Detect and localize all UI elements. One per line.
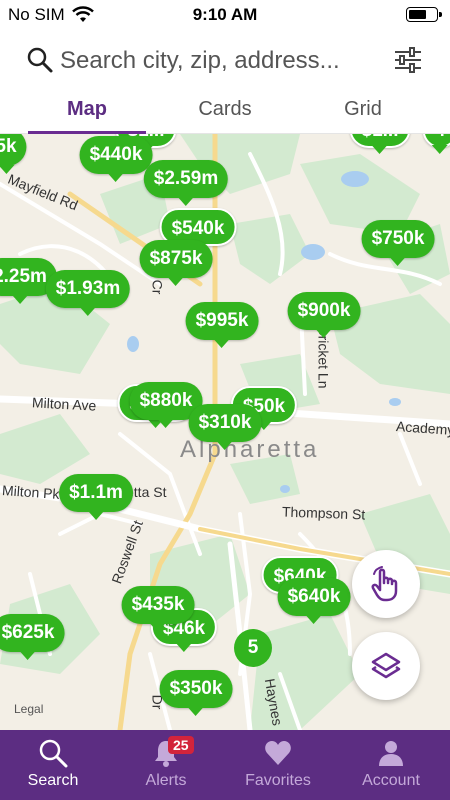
heart-icon — [265, 741, 291, 765]
nav-search-label: Search — [27, 772, 79, 789]
clock: 9:10 AM — [192, 5, 258, 24]
map-layers-button[interactable] — [352, 632, 420, 700]
price-pin[interactable]: $900k — [287, 292, 361, 338]
price-pin[interactable]: $350k — [159, 670, 233, 716]
price-pin[interactable]: $1... — [349, 134, 411, 154]
search-bar — [0, 38, 450, 84]
price-pin[interactable]: $995k — [185, 302, 259, 348]
price-pin[interactable]: 4 — [422, 134, 450, 154]
legal-link[interactable]: Legal — [14, 702, 43, 716]
tab-cards[interactable]: Cards — [150, 98, 300, 121]
nav-favorites-label: Favorites — [245, 772, 311, 789]
hand-pointer-icon — [371, 566, 398, 602]
road-label-milton-ave: Milton Ave — [31, 394, 97, 414]
price-pin[interactable]: $640k — [277, 578, 351, 624]
price-pin[interactable]: $1.1m — [59, 474, 133, 520]
tab-grid[interactable]: Grid — [288, 98, 438, 121]
battery-icon — [406, 7, 442, 22]
alerts-badge: 25 — [168, 736, 194, 754]
layers-icon — [371, 652, 401, 679]
price-pin[interactable]: $435k — [121, 586, 195, 632]
nav-favorites[interactable]: Favorites — [222, 730, 334, 800]
cluster-marker[interactable]: 5 — [234, 629, 272, 667]
price-pin[interactable]: $440k — [79, 136, 153, 182]
price-pin[interactable]: 5k — [0, 134, 27, 174]
price-pin[interactable]: $310k — [188, 404, 262, 450]
nav-account[interactable]: Account — [335, 730, 447, 800]
search-icon — [39, 739, 68, 768]
bottom-tab-bar: Search 25 Alerts Favorites Account — [0, 730, 450, 800]
price-pin[interactable]: $1.93m — [45, 270, 131, 316]
account-icon — [379, 741, 403, 766]
price-pin[interactable]: $2.59m — [143, 160, 229, 206]
draw-search-button[interactable] — [352, 550, 420, 618]
price-pin[interactable]: $750k — [361, 220, 435, 266]
search-input[interactable] — [60, 44, 380, 78]
app-screen: No SIM 9:10 AM Map Cards Grid — [0, 0, 450, 800]
road-label-thompson: Thompson St — [281, 503, 366, 523]
tab-map[interactable]: Map — [12, 98, 162, 121]
search-icon — [27, 47, 53, 73]
nav-search[interactable]: Search — [0, 730, 109, 800]
road-label-cr: Cr — [149, 279, 166, 295]
map-view[interactable]: Mayfield Rd Milton Ave Milton Pk Academy… — [0, 134, 450, 730]
nav-alerts-label: Alerts — [145, 772, 187, 789]
nav-alerts[interactable]: 25 Alerts — [110, 730, 222, 800]
price-pin[interactable]: $625k — [0, 614, 65, 660]
price-pin[interactable]: $875k — [139, 240, 213, 286]
status-bar: No SIM 9:10 AM — [0, 0, 450, 30]
filter-sliders-icon[interactable] — [392, 44, 424, 76]
view-tabs: Map Cards Grid — [0, 94, 450, 134]
nav-account-label: Account — [362, 772, 420, 789]
